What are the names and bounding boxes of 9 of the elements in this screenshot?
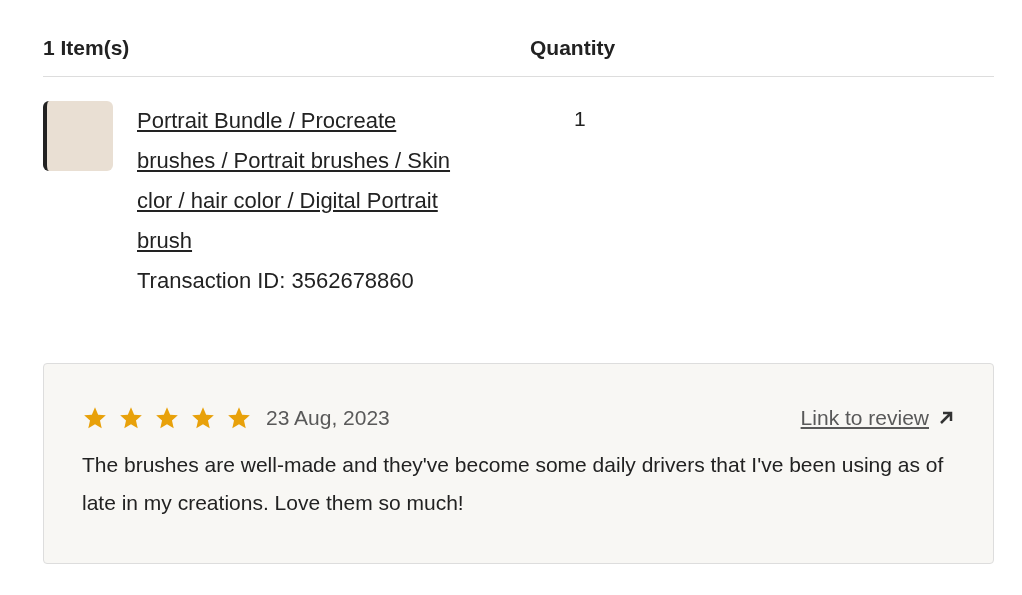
items-count-heading: 1 Item(s) <box>43 35 131 62</box>
review-text: The brushes are well-made and they've become some daily drivers that I've been using as of late in my creations. Love them so much! <box>82 451 945 516</box>
product-title-link[interactable]: Portrait Bundle / Procreate brushes / Portrait brushes / Skin clor / hair color / Digital Portrait brush <box>137 101 472 261</box>
quantity-value: 1 <box>574 106 586 132</box>
review-link[interactable]: Link to review <box>800 402 955 434</box>
review-date: 23 Aug, 2023 <box>266 405 390 431</box>
product-thumbnail <box>43 101 113 171</box>
transaction-id: Transaction ID: 3562678860 <box>137 267 415 295</box>
quantity-heading: Quantity <box>530 35 616 62</box>
